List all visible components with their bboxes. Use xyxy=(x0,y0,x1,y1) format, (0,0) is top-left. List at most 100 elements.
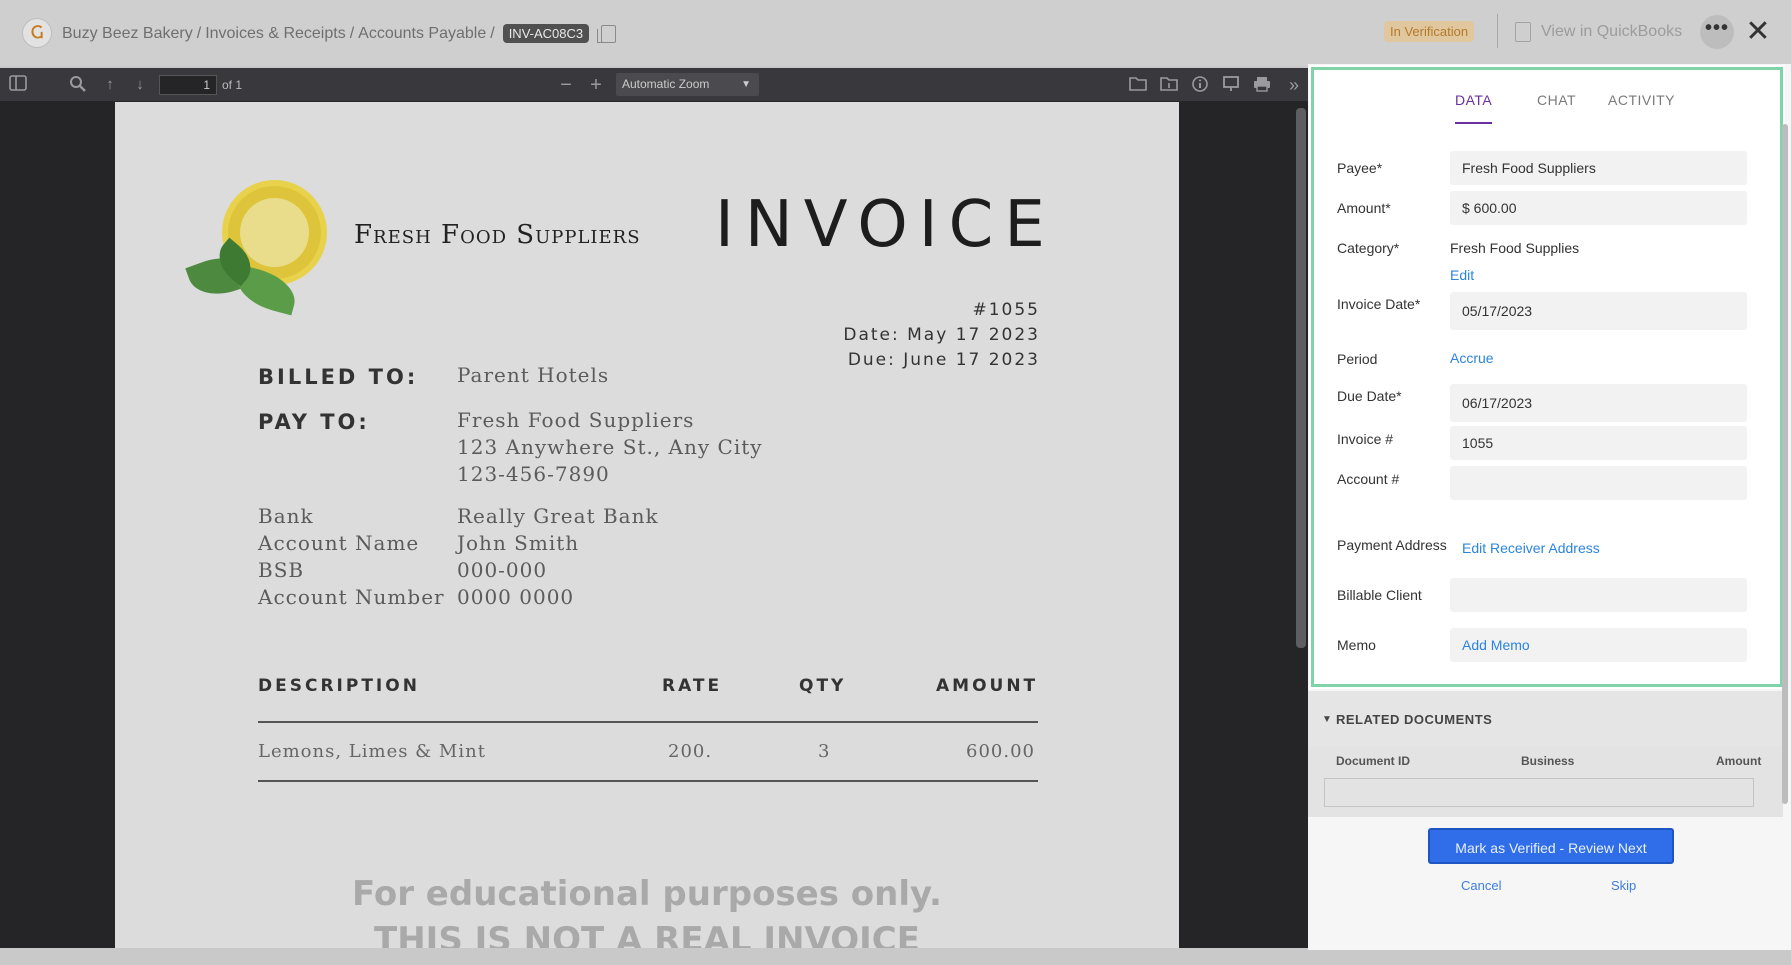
panel-scrollbar[interactable] xyxy=(1782,124,1788,804)
skip-button[interactable]: Skip xyxy=(1611,878,1636,893)
tab-activity[interactable]: ACTIVITY xyxy=(1608,92,1675,122)
caret-down-icon[interactable]: ▼ xyxy=(1322,714,1332,725)
amount-field[interactable]: $ 600.00 xyxy=(1450,191,1747,225)
right-panel: DATA CHAT ACTIVITY Payee* Fresh Food Sup… xyxy=(1308,64,1791,950)
category-value: Fresh Food Supplies xyxy=(1450,240,1580,256)
page-number-input[interactable]: 1 xyxy=(159,75,217,95)
present-icon[interactable] xyxy=(1221,75,1241,95)
row-description: Lemons, Limes & Mint xyxy=(258,741,486,762)
mark-verified-button[interactable]: Mark as Verified - Review Next xyxy=(1428,828,1674,864)
billed-to-label: BILLED TO: xyxy=(258,365,419,389)
add-memo-link[interactable]: Add Memo xyxy=(1450,628,1747,662)
zoom-select[interactable]: Automatic Zoom ▼ xyxy=(616,73,759,96)
breadcrumb-item-accounts-payable[interactable]: Accounts Payable xyxy=(358,25,486,43)
company-name: Fresh Food Suppliers xyxy=(354,220,641,250)
arrow-up-icon[interactable]: ↑ xyxy=(100,75,120,95)
save-icon[interactable] xyxy=(1159,75,1179,95)
bsb-value: 000-000 xyxy=(457,558,548,582)
bsb-label: BSB xyxy=(258,558,305,582)
search-icon[interactable] xyxy=(68,75,88,95)
bank-value: Really Great Bank xyxy=(457,504,659,528)
account-number-label: Account # xyxy=(1337,471,1400,487)
due-date-field[interactable]: 06/17/2023 xyxy=(1450,384,1747,422)
tab-chat[interactable]: CHAT xyxy=(1537,92,1576,122)
billable-client-field[interactable] xyxy=(1450,578,1747,612)
document-icon xyxy=(1515,22,1531,42)
bank-labels: Bank Account Name BSB Account Number xyxy=(258,503,445,611)
invoice-date-label: Invoice Date* xyxy=(1337,296,1421,312)
breadcrumb-item-company[interactable]: Buzy Beez Bakery xyxy=(62,25,193,43)
pdf-viewer: ↑ ↓ 1 of 1 − + Automatic Zoom ▼ » Fresh … xyxy=(0,68,1308,948)
info-icon[interactable] xyxy=(1190,75,1210,95)
app-logo-icon[interactable]: Ⴚ xyxy=(22,18,52,48)
zoom-in-icon[interactable]: + xyxy=(586,75,606,95)
chevron-down-icon: ▼ xyxy=(741,79,751,90)
table-divider xyxy=(258,721,1038,723)
breadcrumb-separator: / xyxy=(490,24,495,42)
breadcrumb-separator: / xyxy=(349,24,355,42)
watermark-text: THIS IS NOT A REAL INVOICE xyxy=(374,920,920,948)
zoom-out-icon[interactable]: − xyxy=(556,75,576,95)
row-qty: 3 xyxy=(818,741,831,762)
related-documents-empty-row xyxy=(1324,779,1754,807)
pay-to-label: PAY TO: xyxy=(258,410,370,434)
pay-to-phone: 123-456-7890 xyxy=(457,462,610,486)
edit-receiver-address-link[interactable]: Edit Receiver Address xyxy=(1462,540,1600,556)
data-card: DATA CHAT ACTIVITY Payee* Fresh Food Sup… xyxy=(1311,67,1783,687)
account-number-label: Account Number xyxy=(258,585,445,609)
cancel-button[interactable]: Cancel xyxy=(1461,878,1501,893)
invoice-date: Date: May 17 2023 xyxy=(843,325,1040,345)
pay-to-address: 123 Anywhere St., Any City xyxy=(457,435,763,459)
arrow-down-icon[interactable]: ↓ xyxy=(130,75,150,95)
invoice-meta: #1055 Date: May 17 2023 Due: June 17 202… xyxy=(843,298,1040,373)
invoice-date-field[interactable]: 05/17/2023 xyxy=(1450,292,1747,330)
column-amount: Amount xyxy=(1716,754,1762,768)
pay-to-name: Fresh Food Suppliers xyxy=(457,408,695,432)
payee-label: Payee* xyxy=(1337,160,1383,176)
category-label: Category* xyxy=(1337,240,1400,256)
more-options-button[interactable]: ••• xyxy=(1700,15,1734,49)
status-badge: In Verification xyxy=(1384,21,1475,42)
row-rate: 200. xyxy=(668,741,713,762)
pdf-scrollbar[interactable] xyxy=(1296,108,1306,648)
column-amount: AMOUNT xyxy=(936,676,1039,696)
column-business: Business xyxy=(1521,754,1575,768)
invoice-number-field[interactable]: 1055 xyxy=(1450,426,1747,460)
invoice-title: INVOICE xyxy=(715,188,1056,262)
invoice-due: Due: June 17 2023 xyxy=(847,350,1040,370)
breadcrumb-item-invoices-receipts[interactable]: Invoices & Receipts xyxy=(205,25,346,43)
pdf-page: Fresh Food Suppliers INVOICE #1055 Date:… xyxy=(115,102,1179,948)
view-in-quickbooks-button[interactable]: View in QuickBooks xyxy=(1515,22,1682,42)
double-chevron-icon[interactable]: » xyxy=(1284,75,1304,95)
payee-field[interactable]: Fresh Food Suppliers xyxy=(1450,151,1747,185)
close-icon[interactable]: ✕ xyxy=(1743,14,1773,50)
related-documents-title[interactable]: RELATED DOCUMENTS xyxy=(1336,712,1492,727)
breadcrumb-separator: / xyxy=(196,24,202,42)
table-divider xyxy=(258,780,1038,782)
account-name-value: John Smith xyxy=(457,531,580,555)
invoice-id-badge: INV-AC08C3 xyxy=(502,24,590,43)
invoice-number-label: Invoice # xyxy=(1337,431,1394,447)
sidebar-toggle-icon[interactable] xyxy=(8,75,28,95)
category-edit-link[interactable]: Edit xyxy=(1450,267,1474,283)
page-count: of 1 xyxy=(222,78,243,92)
pdf-toolbar: ↑ ↓ 1 of 1 − + Automatic Zoom ▼ » xyxy=(0,68,1308,101)
billable-client-label: Billable Client xyxy=(1337,587,1422,603)
bank-values: Really Great Bank John Smith 000-000 000… xyxy=(457,503,659,611)
copy-icon[interactable] xyxy=(597,24,617,43)
breadcrumb: Buzy Beez Bakery / Invoices & Receipts /… xyxy=(62,24,617,43)
top-bar: Ⴚ Buzy Beez Bakery / Invoices & Receipts… xyxy=(0,0,1791,66)
account-number-field[interactable] xyxy=(1450,466,1747,500)
open-file-icon[interactable] xyxy=(1128,75,1148,95)
tab-data[interactable]: DATA xyxy=(1455,92,1493,124)
period-accrue-link[interactable]: Accrue xyxy=(1450,350,1494,366)
print-icon[interactable] xyxy=(1252,75,1272,95)
due-date-label: Due Date* xyxy=(1337,388,1402,404)
account-name-label: Account Name xyxy=(258,531,420,555)
watermark-text: For educational purposes only. xyxy=(352,874,942,914)
memo-label: Memo xyxy=(1337,637,1376,653)
account-number-value: 0000 0000 xyxy=(457,585,575,609)
payment-address-label: Payment Address xyxy=(1337,537,1447,553)
billed-to-value: Parent Hotels xyxy=(457,363,610,387)
column-rate: RATE xyxy=(662,676,723,696)
